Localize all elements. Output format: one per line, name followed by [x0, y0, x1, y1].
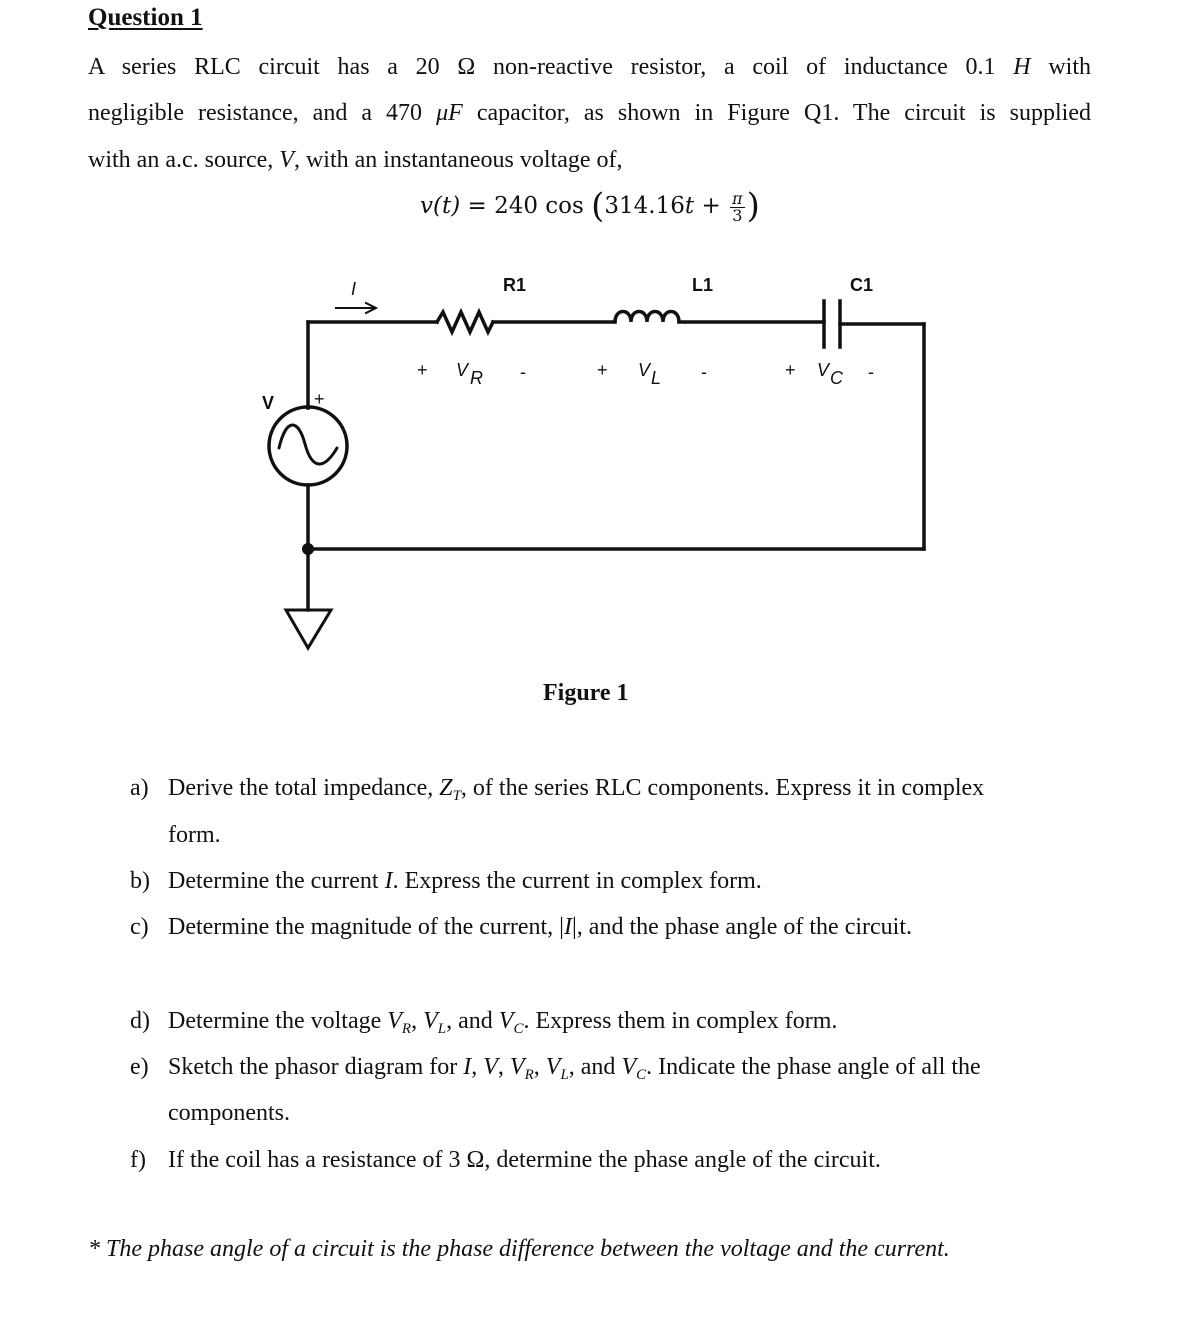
sep: , [471, 1054, 484, 1080]
sym-v: V [621, 1054, 637, 1080]
part-label: a) [130, 775, 149, 801]
sep: , [497, 1054, 510, 1080]
r1-label: R1 [503, 275, 526, 295]
sym-sub: C [636, 1067, 647, 1083]
vc-minus-label: - [868, 362, 874, 382]
vr-sub-label: R [470, 368, 483, 388]
vl-label: V [638, 360, 652, 380]
part-e-cont: components. [168, 1100, 290, 1126]
part-label: d) [130, 1008, 150, 1034]
part-e: e) Sketch the phasor diagram for I, V, VR… [130, 1052, 981, 1083]
part-label: e) [130, 1054, 149, 1080]
sym-v: V [483, 1054, 498, 1080]
part-text: , of the series RLC components. Express … [460, 775, 985, 801]
vl-plus-label: + [597, 360, 608, 380]
part-label: b) [130, 868, 150, 894]
vr-label: V [456, 360, 470, 380]
figure-caption: Figure 1 [543, 680, 629, 706]
part-a: a) Derive the total impedance, ZT, of the… [130, 773, 985, 804]
sym-sub: L [560, 1067, 569, 1083]
sep: , [411, 1008, 424, 1034]
part-text: Determine the voltage [168, 1008, 388, 1034]
part-a-cont: form. [168, 822, 221, 848]
sym-i: I [384, 868, 393, 894]
vc-plus-label: + [785, 360, 796, 380]
part-d: d) Determine the voltage VR, VL, and VC. … [130, 1006, 838, 1037]
sine-wave-icon [277, 423, 339, 466]
vr-plus-label: + [417, 360, 428, 380]
sym-sub: L [437, 1021, 447, 1037]
part-text: Determine the current [168, 868, 385, 894]
sym-v: V [498, 1008, 514, 1034]
resistor-r1-symbol [434, 307, 496, 337]
circuit-diagram: I V + R1 L1 C1 + V R - + V L - + V C - [262, 275, 926, 651]
vl-minus-label: - [701, 362, 707, 382]
part-text: Derive the total impedance, [168, 775, 440, 801]
part-text: If the coil has a resistance of 3 Ω, det… [168, 1147, 881, 1173]
part-text: . Express them in complex form. [523, 1008, 838, 1034]
footnote: * The phase angle of a circuit is the ph… [88, 1236, 950, 1262]
vc-label: V [817, 360, 831, 380]
sep: , and [446, 1008, 499, 1034]
ground-icon [283, 608, 334, 651]
sym-i: I [564, 914, 572, 940]
sym-v: V [509, 1054, 525, 1080]
sep: , [533, 1054, 546, 1080]
part-text: |, and the phase angle of the circuit. [572, 914, 913, 940]
part-b: b) Determine the current I. Express the c… [130, 866, 762, 896]
sym-v: V [545, 1054, 561, 1080]
l1-label: L1 [692, 275, 713, 295]
part-text: Determine the magnitude of the current, … [168, 914, 564, 940]
c1-label: C1 [850, 275, 873, 295]
sym-v: V [387, 1008, 402, 1034]
sym-sub: R [524, 1067, 534, 1083]
part-f: f) If the coil has a resistance of 3 Ω, d… [130, 1145, 881, 1175]
source-plus-label: + [314, 389, 325, 409]
inductor-l1-symbol [613, 309, 681, 324]
part-label: f) [130, 1147, 146, 1173]
vr-minus-label: - [520, 362, 526, 382]
part-text: . Express the current in complex form. [392, 868, 762, 894]
vc-sub-label: C [830, 368, 844, 388]
vl-sub-label: L [651, 368, 661, 388]
sym-sub: R [401, 1021, 412, 1037]
part-text: Sketch the phasor diagram for [168, 1054, 464, 1080]
part-text: . Indicate the phase angle of all the [646, 1054, 981, 1080]
sym-v: V [423, 1008, 438, 1034]
sym-z: Z [439, 775, 453, 801]
junction-dot [302, 543, 314, 555]
current-label: I [351, 279, 356, 299]
sym-sub: T [452, 788, 461, 804]
part-label: c) [130, 914, 149, 940]
part-c: c) Determine the magnitude of the current… [130, 912, 912, 942]
source-label: V [262, 393, 274, 413]
sep: , and [568, 1054, 622, 1080]
sym-sub: C [513, 1021, 524, 1037]
